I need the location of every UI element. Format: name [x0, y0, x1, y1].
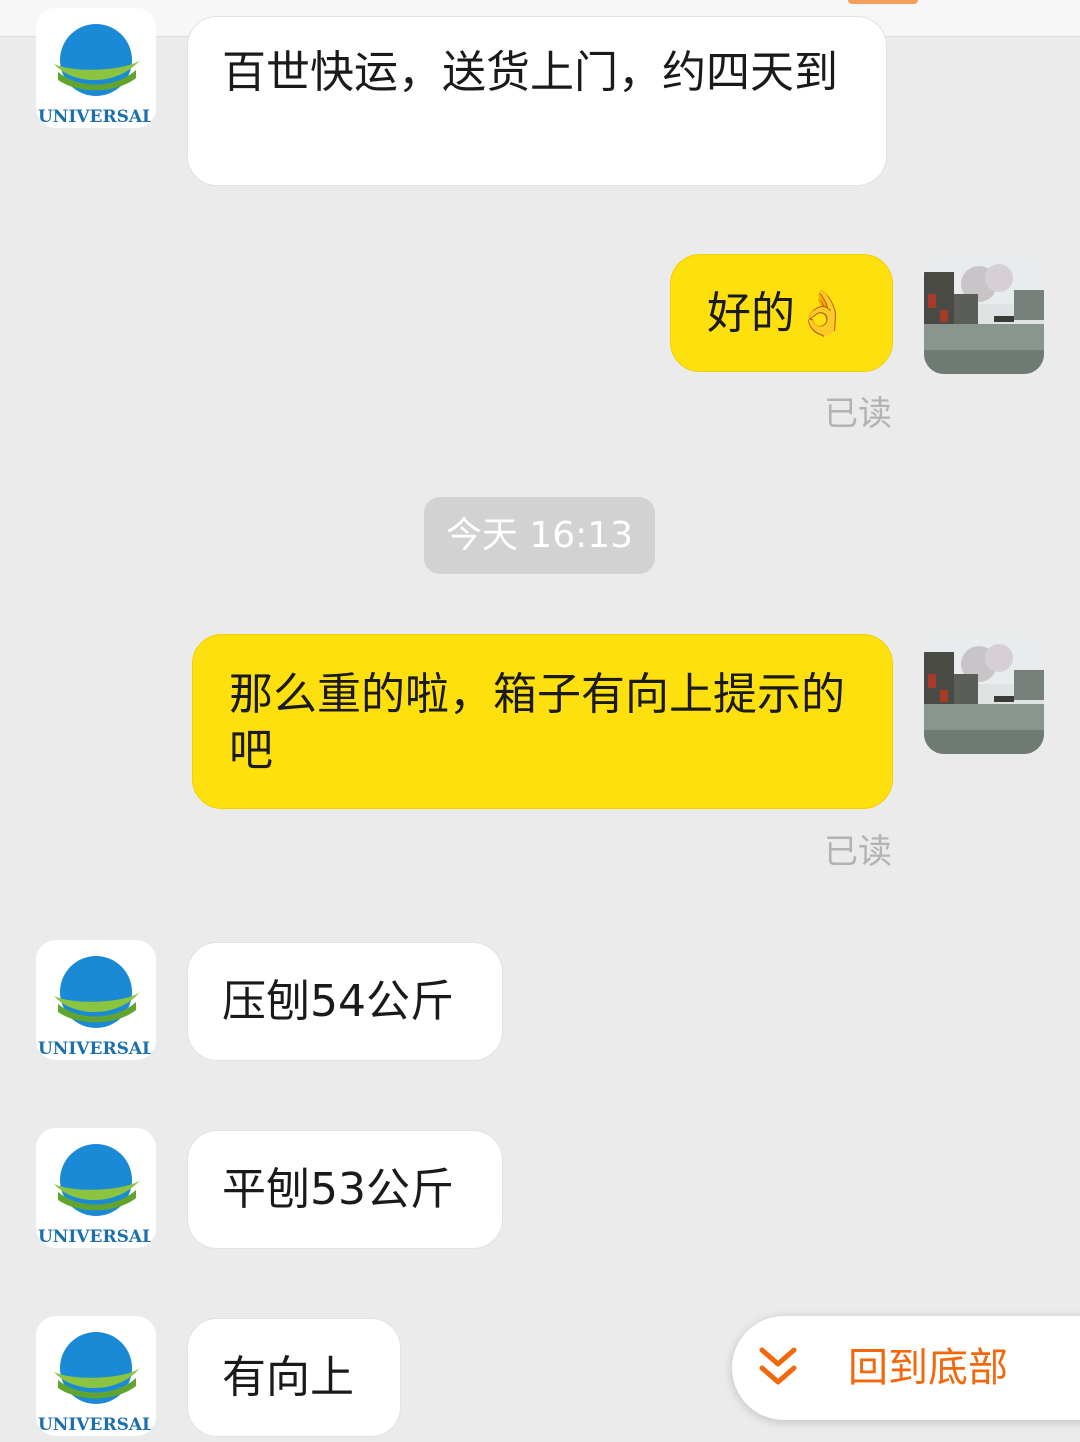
- svg-text:UNIVERSAL: UNIVERSAL: [38, 1039, 154, 1059]
- scroll-to-bottom-label: 回到底部: [848, 1345, 1008, 1391]
- scroll-to-bottom-button[interactable]: 回到底部: [732, 1316, 1080, 1420]
- message-text: 有向上: [222, 1352, 354, 1403]
- double-chevron-down-icon: [756, 1344, 800, 1394]
- canal-town-photo-icon: [924, 254, 1044, 374]
- message-bubble-shop[interactable]: 百世快运，送货上门，约四天到: [187, 16, 887, 186]
- my-avatar[interactable]: [924, 634, 1044, 754]
- message-text: 好的👌: [707, 288, 850, 339]
- message-bubble-shop[interactable]: 有向上: [187, 1318, 401, 1437]
- message-text: 那么重的啦，箱子有向上提示的吧: [229, 669, 845, 776]
- universal-logo-icon: UNIVERSAL: [36, 1128, 156, 1248]
- message-bubble-shop[interactable]: 平刨53公斤: [187, 1130, 503, 1249]
- universal-logo-icon: UNIVERSAL: [36, 940, 156, 1060]
- universal-logo-icon: UNIVERSAL: [36, 1316, 156, 1436]
- read-status: 已读: [824, 832, 892, 872]
- top-bar-accent: [848, 0, 918, 4]
- svg-text:UNIVERSAL: UNIVERSAL: [38, 107, 154, 127]
- message-bubble-me[interactable]: 那么重的啦，箱子有向上提示的吧: [192, 634, 893, 809]
- message-text: 百世快运，送货上门，约四天到: [222, 47, 838, 98]
- svg-text:UNIVERSAL: UNIVERSAL: [38, 1415, 154, 1435]
- my-avatar[interactable]: [924, 254, 1044, 374]
- svg-text:UNIVERSAL: UNIVERSAL: [38, 1227, 154, 1247]
- message-text: 平刨53公斤: [222, 1164, 454, 1215]
- message-bubble-me[interactable]: 好的👌: [670, 254, 893, 372]
- canal-town-photo-icon: [924, 634, 1044, 754]
- shop-avatar[interactable]: UNIVERSAL: [36, 8, 156, 128]
- message-bubble-shop[interactable]: 压刨54公斤: [187, 942, 503, 1061]
- read-status: 已读: [824, 394, 892, 434]
- shop-avatar[interactable]: UNIVERSAL: [36, 1316, 156, 1436]
- message-text: 压刨54公斤: [222, 976, 454, 1027]
- shop-avatar[interactable]: UNIVERSAL: [36, 1128, 156, 1248]
- shop-avatar[interactable]: UNIVERSAL: [36, 940, 156, 1060]
- universal-logo-icon: UNIVERSAL: [36, 8, 156, 128]
- timestamp-divider: 今天 16:13: [424, 497, 655, 574]
